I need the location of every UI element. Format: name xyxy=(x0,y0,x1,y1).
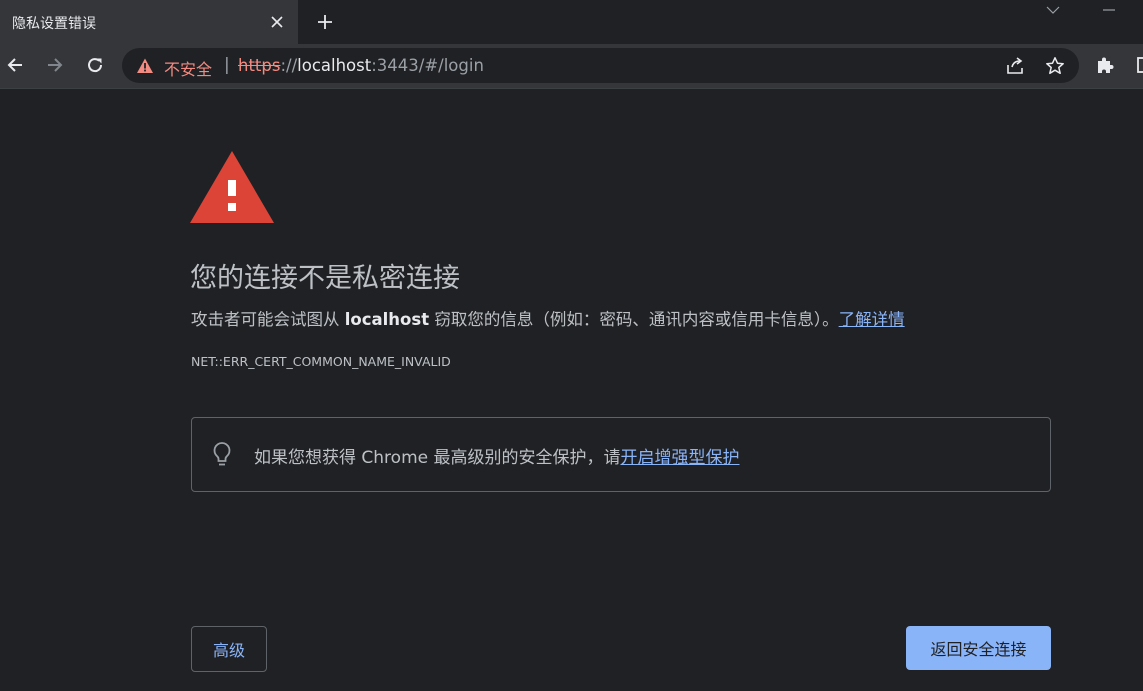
back-arrow-icon[interactable] xyxy=(0,50,30,80)
warning-triangle-icon xyxy=(190,151,274,223)
warning-icon[interactable] xyxy=(136,57,154,75)
explanation-before: 攻击者可能会试图从 xyxy=(191,310,345,329)
explanation-host: localhost xyxy=(344,310,430,329)
share-icon[interactable] xyxy=(1004,55,1026,77)
url-host: localhost xyxy=(297,56,372,75)
url-path: :3443/#/login xyxy=(371,56,484,75)
lightbulb-icon xyxy=(211,441,233,468)
learn-more-link[interactable]: 了解详情 xyxy=(839,310,905,329)
explanation-after: 窃取您的信息（例如：密码、通讯内容或信用卡信息）。 xyxy=(429,310,839,329)
url-scheme: https xyxy=(238,56,281,75)
reload-icon[interactable] xyxy=(80,50,110,80)
separator: | xyxy=(224,55,230,75)
url-text[interactable]: https://localhost:3443/#/login xyxy=(238,56,484,75)
side-panel-icon[interactable] xyxy=(1130,50,1143,80)
advanced-button[interactable]: 高级 xyxy=(191,626,267,672)
minimize-icon[interactable] xyxy=(1094,0,1124,20)
active-tab[interactable]: 隐私设置错误 xyxy=(0,0,298,44)
close-icon[interactable] xyxy=(266,11,288,33)
explanation-text: 攻击者可能会试图从 localhost 窃取您的信息（例如：密码、通讯内容或信用… xyxy=(191,306,905,330)
star-icon[interactable] xyxy=(1044,55,1066,77)
security-status-label[interactable]: 不安全 xyxy=(164,56,212,80)
back-to-safety-button[interactable]: 返回安全连接 xyxy=(906,626,1051,670)
error-code[interactable]: NET::ERR_CERT_COMMON_NAME_INVALID xyxy=(191,354,451,369)
enhanced-protection-text: 如果您想获得 Chrome 最高级别的安全保护，请开启增强型保护 xyxy=(254,443,740,468)
tab-strip: 隐私设置错误 xyxy=(0,0,1143,44)
extensions-icon[interactable] xyxy=(1090,50,1120,80)
enhanced-protection-prompt: 如果您想获得 Chrome 最高级别的安全保护，请 xyxy=(254,448,621,468)
forward-arrow-icon[interactable] xyxy=(40,50,70,80)
tab-title: 隐私设置错误 xyxy=(12,16,96,32)
chevron-down-icon[interactable] xyxy=(1038,0,1068,20)
plus-icon[interactable] xyxy=(312,9,338,35)
page-title: 您的连接不是私密连接 xyxy=(190,263,460,294)
url-scheme-separator: :// xyxy=(280,56,298,75)
toolbar: 不安全 | https://localhost:3443/#/login xyxy=(0,44,1143,89)
enhanced-protection-box: 如果您想获得 Chrome 最高级别的安全保护，请开启增强型保护 xyxy=(191,417,1051,492)
address-bar[interactable]: 不安全 | https://localhost:3443/#/login xyxy=(122,48,1079,83)
enhanced-protection-link[interactable]: 开启增强型保护 xyxy=(621,448,740,468)
